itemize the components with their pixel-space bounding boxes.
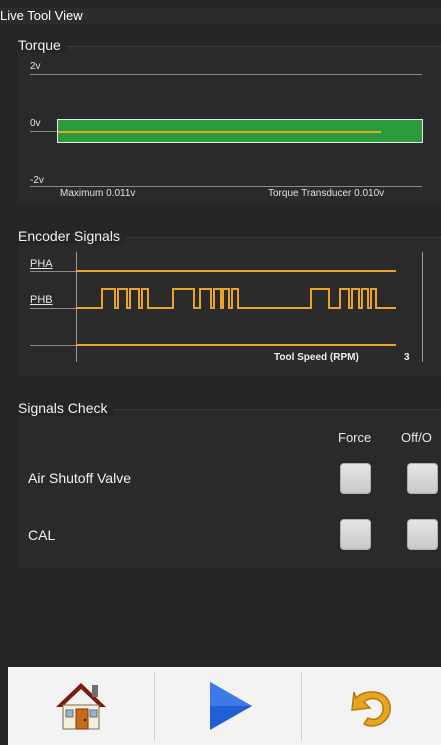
cal-force-button[interactable] <box>340 519 371 550</box>
torque-transducer-value: Torque Transducer 0.010v <box>268 188 385 199</box>
signals-check-label: Signals Check <box>18 400 114 416</box>
cal-off-on-button[interactable] <box>407 519 438 550</box>
window-title: Live Tool View <box>0 8 441 24</box>
undo-icon <box>350 691 391 727</box>
column-off-on: Off/O <box>401 430 432 445</box>
home-button[interactable] <box>8 667 154 745</box>
play-button[interactable] <box>155 667 301 745</box>
torque-panel: Torque 2v 0v -2v Maximum 0.011v Torque T… <box>18 37 441 203</box>
torque-panel-label: Torque <box>18 37 67 53</box>
torque-maximum: Maximum 0.011v <box>60 188 136 199</box>
tool-speed-value: 3 <box>404 352 410 363</box>
gridline-neg2v <box>30 186 422 187</box>
torque-level-line <box>58 131 381 133</box>
air-shutoff-force-button[interactable] <box>340 463 371 494</box>
encoder-waveforms <box>76 270 396 346</box>
air-shutoff-off-on-button[interactable] <box>407 463 438 494</box>
footer-toolbar <box>8 667 441 745</box>
axis-label-2v: 2v <box>30 61 41 72</box>
gridline-2v <box>30 74 422 75</box>
row-cal: CAL <box>28 527 56 543</box>
home-icon <box>56 683 106 730</box>
row-air-shutoff-valve: Air Shutoff Valve <box>28 470 131 486</box>
phb-signal <box>76 288 396 309</box>
signals-check-panel: Signals Check Force Off/O Air Shutoff Va… <box>18 400 441 568</box>
encoder-panel: Encoder Signals PHA PHB Tool Speed (RPM)… <box>18 228 441 376</box>
play-icon <box>210 682 252 730</box>
live-tool-view-screen: Live Tool View Torque 2v 0v -2v Maximum … <box>0 0 441 745</box>
axis-label-0v: 0v <box>30 118 41 129</box>
undo-button[interactable] <box>302 667 441 745</box>
gridline-0v <box>30 131 58 132</box>
tool-speed-label: Tool Speed (RPM) <box>274 352 359 363</box>
axis-label-neg2v: -2v <box>30 175 44 186</box>
column-force: Force <box>338 430 372 445</box>
